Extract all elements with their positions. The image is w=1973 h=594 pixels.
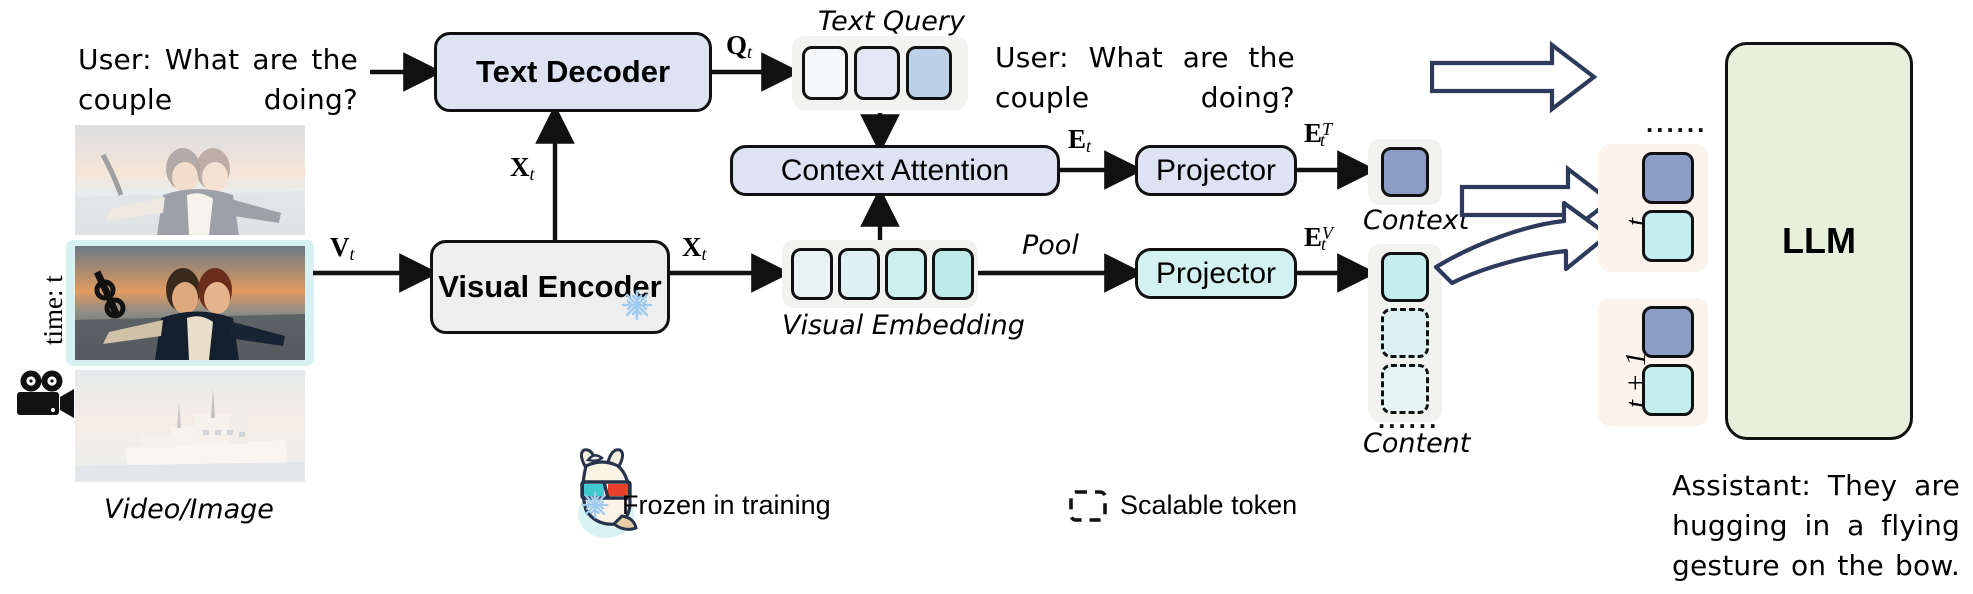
video-frame-current (75, 246, 305, 360)
text-query-token-3[interactable] (906, 46, 952, 100)
legend-frozen-label: Frozen in training (622, 490, 831, 520)
user-prompt-right: User: What are the couple doing? (995, 41, 1295, 114)
signal-x-t-right: Xt (682, 232, 707, 264)
text-query-token-2[interactable] (854, 46, 900, 100)
llm-token-t-context[interactable] (1642, 152, 1694, 204)
time-axis-label: time: t (38, 275, 68, 345)
signal-q-t: Qt (726, 30, 753, 62)
content-caption: Content (1363, 428, 1471, 459)
legend-frozen-icon (580, 490, 610, 525)
llm-token-t-content[interactable] (1642, 210, 1694, 262)
signal-e-t-visual: EVt (1304, 222, 1334, 254)
context-attention-box[interactable]: Context Attention (730, 145, 1060, 196)
text-decoder-box[interactable]: Text Decoder (434, 32, 712, 112)
media-caption: Video/Image (104, 494, 274, 525)
content-token-scalable-1[interactable] (1381, 308, 1429, 358)
visual-token-1[interactable] (791, 248, 833, 300)
snowflake-icon (620, 288, 654, 327)
legend-scalable-token-label: Scalable token (1120, 490, 1298, 520)
llm-input-group-t1: t + 1 (1598, 298, 1708, 426)
visual-token-2[interactable] (838, 248, 880, 300)
signal-v-t: Vt (330, 232, 355, 264)
context-token[interactable] (1381, 147, 1429, 197)
user-prompt-left: User: What are the couple doing? (78, 43, 358, 116)
signal-x-t-up: Xt (510, 152, 535, 184)
context-attention-label: Context Attention (780, 153, 1010, 187)
text-query-caption: Text Query (818, 6, 965, 37)
signal-e-t-text: ETt (1304, 118, 1333, 150)
projector-text-box[interactable]: Projector (1135, 145, 1297, 196)
movie-camera-icon (14, 370, 76, 427)
projector-visual-label: Projector (1155, 256, 1277, 290)
visual-token-4[interactable] (932, 248, 974, 300)
legend-scalable-token-icon (1068, 489, 1108, 528)
text-decoder-label: Text Decoder (475, 54, 671, 89)
text-query-token-1[interactable] (802, 46, 848, 100)
projector-visual-box[interactable]: Projector (1135, 248, 1297, 299)
llm-token-t1-context[interactable] (1642, 306, 1694, 358)
pool-label: Pool (1022, 230, 1079, 261)
assistant-reply: Assistant: They are hugging in a flying … (1672, 469, 1960, 582)
text-query-strip (792, 36, 968, 110)
video-frame-next (75, 370, 305, 482)
llm-box[interactable]: LLM (1725, 42, 1913, 440)
content-token-1[interactable] (1381, 252, 1429, 302)
visual-token-3[interactable] (885, 248, 927, 300)
llm-input-group-t: t (1598, 144, 1708, 272)
signal-e-t: Et (1068, 124, 1092, 156)
llm-label: LLM (1782, 220, 1856, 261)
sequence-ellipsis: ...... (1646, 108, 1708, 138)
projector-text-label: Projector (1155, 153, 1277, 187)
llm-token-t1-content[interactable] (1642, 364, 1694, 416)
visual-embedding-strip (782, 240, 978, 308)
video-frame-previous (75, 125, 305, 235)
visual-embedding-caption: Visual Embedding (782, 310, 1025, 341)
